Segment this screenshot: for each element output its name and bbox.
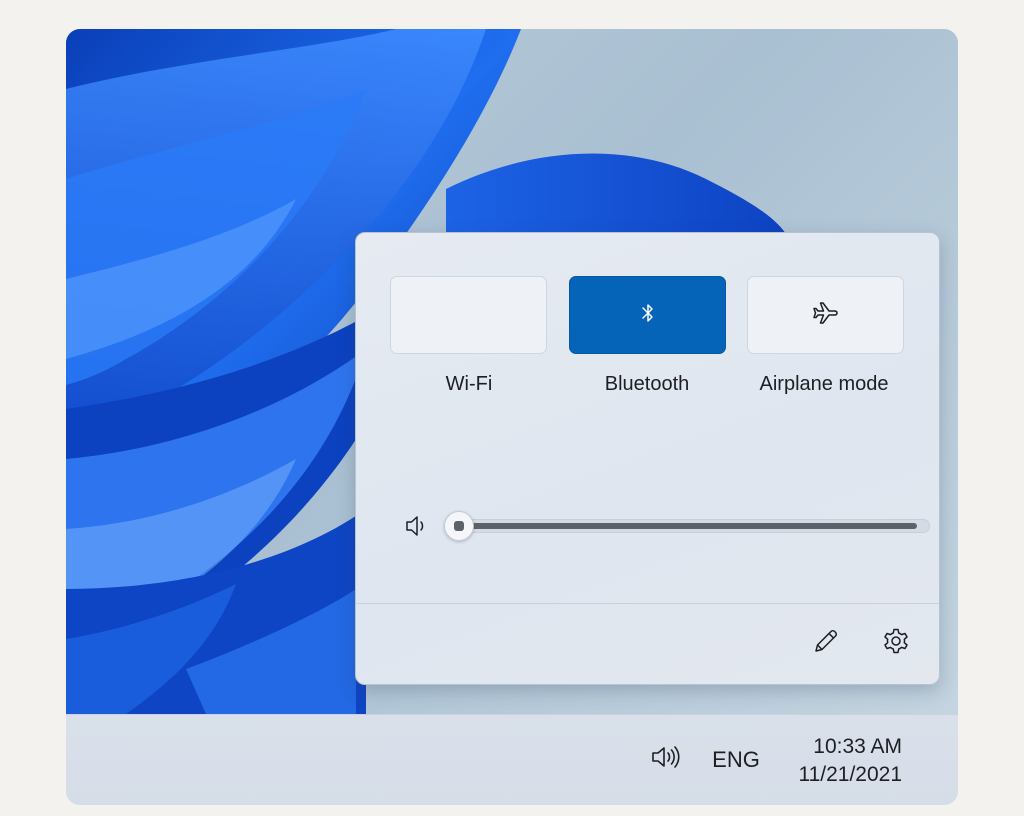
speaker-low-icon[interactable]: [404, 513, 430, 539]
clock-time: 10:33 AM: [813, 735, 902, 758]
taskbar: ENG 10:33 AM 11/21/2021: [66, 714, 958, 805]
airplane-icon: [811, 298, 841, 333]
gear-icon: [881, 626, 911, 661]
airplane-mode-label: Airplane mode: [759, 373, 889, 395]
volume-slider-rail: [461, 523, 917, 529]
pencil-icon: [811, 626, 841, 661]
bluetooth-icon: [639, 302, 657, 329]
airplane-mode-toggle[interactable]: [747, 276, 904, 354]
clock-date: 11/21/2021: [798, 763, 902, 786]
quick-settings-flyout: Wi-Fi Bluetooth Airplane mode: [355, 232, 940, 685]
edit-quick-settings-button[interactable]: [808, 625, 844, 661]
flyout-divider: [356, 603, 939, 604]
taskbar-volume-button[interactable]: [649, 744, 683, 774]
wifi-toggle[interactable]: [390, 276, 547, 354]
volume-slider-thumb[interactable]: [444, 511, 474, 541]
taskbar-clock[interactable]: 10:33 AM 11/21/2021: [778, 733, 902, 793]
volume-thumb-dot: [454, 521, 464, 531]
bluetooth-label: Bluetooth: [604, 373, 690, 395]
wifi-label: Wi-Fi: [445, 373, 493, 395]
language-indicator[interactable]: ENG: [706, 747, 766, 773]
volume-slider-track[interactable]: [448, 519, 930, 533]
settings-button[interactable]: [878, 625, 914, 661]
speaker-high-icon: [650, 744, 682, 775]
bluetooth-toggle[interactable]: [569, 276, 726, 354]
volume-control: [404, 511, 930, 541]
